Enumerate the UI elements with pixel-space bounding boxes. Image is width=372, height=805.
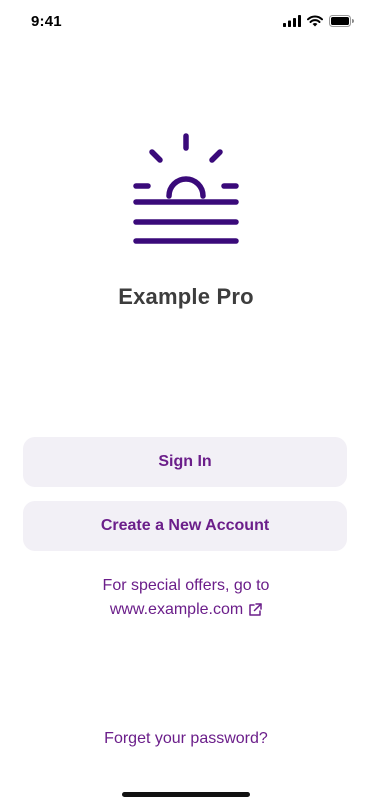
wifi-icon bbox=[307, 15, 323, 27]
create-account-button[interactable]: Create a New Account bbox=[23, 501, 347, 551]
battery-icon bbox=[329, 15, 354, 27]
website-link-text[interactable]: www.example.com bbox=[110, 598, 243, 622]
website-link[interactable]: www.example.com bbox=[110, 598, 262, 622]
status-bar: 9:41 bbox=[0, 0, 372, 44]
cellular-signal-icon bbox=[283, 15, 301, 27]
external-link-icon[interactable] bbox=[248, 603, 262, 617]
offer-text: For special offers, go to bbox=[102, 577, 270, 594]
status-icons bbox=[283, 15, 354, 27]
special-offers-text: For special offers, go to www.example.co… bbox=[0, 574, 372, 622]
sunrise-icon bbox=[131, 131, 241, 247]
home-indicator bbox=[122, 792, 250, 797]
forgot-password-link[interactable]: Forget your password? bbox=[0, 730, 372, 748]
sign-in-button[interactable]: Sign In bbox=[23, 437, 347, 487]
app-title: Example Pro bbox=[118, 284, 254, 309]
status-time: 9:41 bbox=[31, 13, 62, 30]
